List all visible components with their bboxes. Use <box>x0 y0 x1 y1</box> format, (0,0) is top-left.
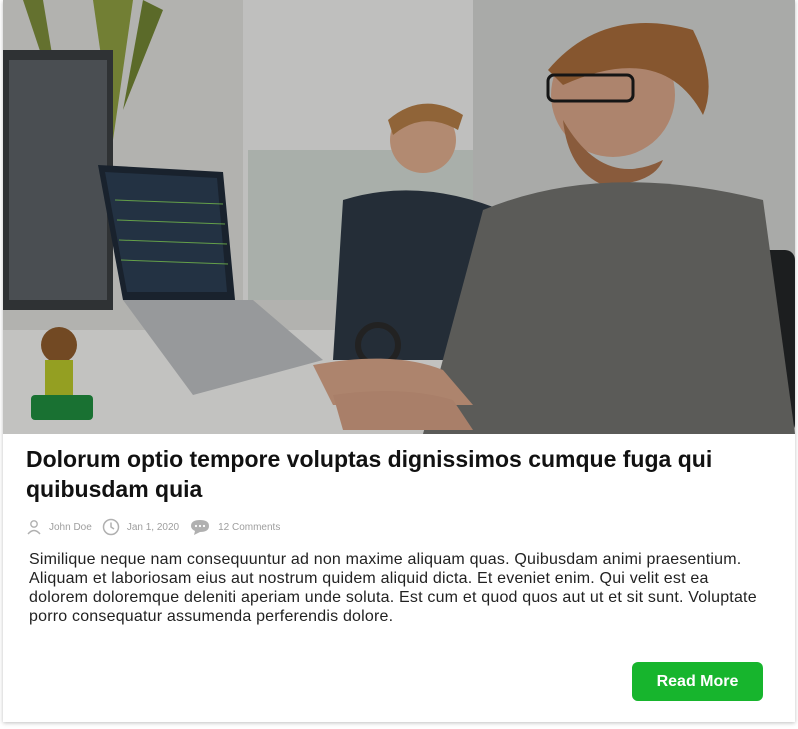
clock-icon <box>102 518 120 536</box>
chat-bubble-icon <box>189 518 211 536</box>
post-meta: John Doe Jan 1, 2020 12 Comments <box>26 516 290 538</box>
blog-post-card: Dolorum optio tempore voluptas dignissim… <box>3 0 795 722</box>
post-image <box>3 0 795 434</box>
user-icon <box>26 519 42 535</box>
post-excerpt: Similique neque nam consequuntur ad non … <box>29 551 757 625</box>
author-name[interactable]: John Doe <box>49 522 92 533</box>
date-meta: Jan 1, 2020 <box>102 518 179 536</box>
comments-meta: 12 Comments <box>189 518 280 536</box>
author-meta: John Doe <box>26 519 92 535</box>
post-title[interactable]: Dolorum optio tempore voluptas dignissim… <box>26 444 776 504</box>
post-date: Jan 1, 2020 <box>126 521 180 533</box>
comments-count[interactable]: 12 Comments <box>218 522 280 533</box>
read-more-button[interactable]: Read More <box>632 662 763 701</box>
